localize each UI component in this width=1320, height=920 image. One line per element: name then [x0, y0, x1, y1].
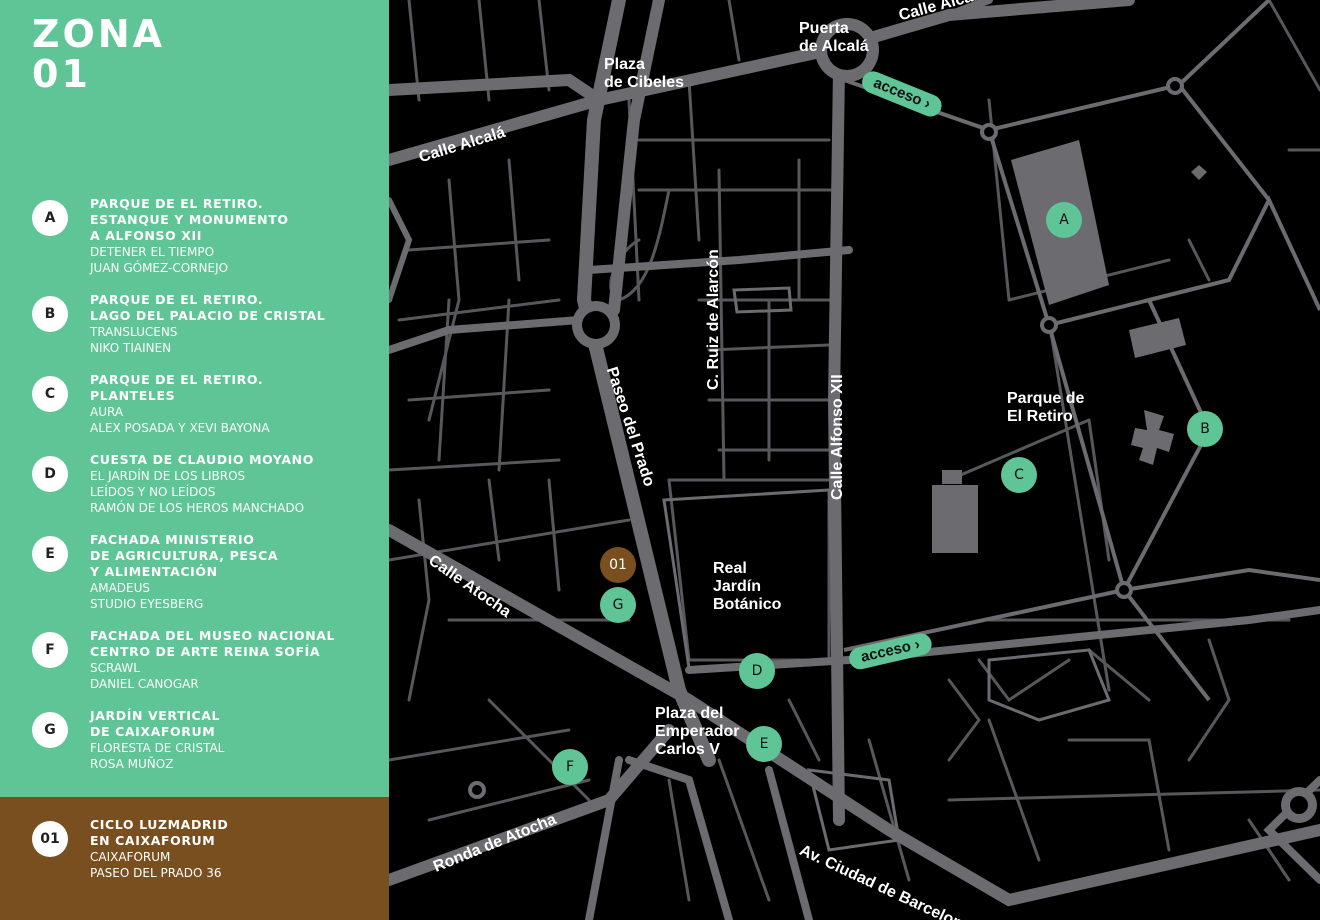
place-jardin-botanico: Real Jardín Botánico	[713, 560, 782, 613]
street-alfonso-xii: Calle Alfonso XII	[829, 374, 846, 500]
legend-panel: ZONA 01 A PARQUE DE EL RETIRO. ESTANQUE …	[0, 0, 389, 920]
legend-subtitle: PASEO DEL PRADO 36	[90, 866, 222, 880]
map-pin-g[interactable]: G	[600, 587, 636, 623]
legend-badge: A	[32, 200, 68, 236]
place-plaza-emperador: Plaza del Emperador Carlos V	[655, 705, 740, 758]
legend-subtitle: DANIEL CANOGAR	[90, 677, 199, 691]
legend-subtitle: ROSA MUÑOZ	[90, 757, 174, 771]
legend-subtitle: TRANSLUCENS	[90, 325, 178, 339]
map-pin-b[interactable]: B	[1187, 411, 1223, 447]
legend-badge: D	[32, 456, 68, 492]
legend-subtitle: AMADEUS	[90, 581, 150, 595]
legend-title: CUESTA DE CLAUDIO MOYANO	[90, 452, 314, 467]
legend-title: Y ALIMENTACIÓN	[90, 564, 218, 579]
legend-badge: B	[32, 296, 68, 332]
legend-title: FACHADA MINISTERIO	[90, 532, 255, 547]
legend-subtitle: SCRAWL	[90, 661, 140, 675]
legend-title: DE CAIXAFORUM	[90, 724, 216, 739]
legend-subtitle: JUAN GÓMEZ-CORNEJO	[90, 261, 229, 275]
zone-title-line1: ZONA	[32, 12, 166, 56]
legend-title: EN CAIXAFORUM	[90, 833, 216, 848]
map[interactable]: Puerta de Alcalá Plaza de Cibeles Parque d…	[389, 0, 1320, 920]
legend-title: PARQUE DE EL RETIRO.	[90, 292, 264, 307]
legend-title: DE AGRICULTURA, PESCA	[90, 548, 279, 563]
legend-subtitle: FLORESTA DE CRISTAL	[90, 741, 225, 755]
street-ruiz-alarcon: C. Ruiz de Alarcón	[705, 249, 722, 390]
legend-badge: F	[32, 632, 68, 668]
legend-title: ESTANQUE Y MONUMENTO	[90, 212, 289, 227]
minor-streets	[389, 0, 1320, 902]
legend-subtitle: CAIXAFORUM	[90, 850, 171, 864]
zone-title: ZONA 01	[32, 14, 165, 94]
legend-title: PARQUE DE EL RETIRO.	[90, 372, 264, 387]
legend-title: JARDÍN VERTICAL	[90, 708, 221, 723]
map-roads	[389, 0, 1320, 920]
legend-badge: 01	[32, 821, 68, 857]
legend-badge: C	[32, 376, 68, 412]
legend-badge: E	[32, 536, 68, 572]
legend-subtitle: AURA	[90, 405, 124, 419]
place-parque-retiro: Parque de El Retiro	[1007, 390, 1085, 425]
legend-subtitle: STUDIO EYESBERG	[90, 597, 204, 611]
map-pin-e[interactable]: E	[746, 726, 782, 762]
map-pin-d[interactable]: D	[739, 653, 775, 689]
legend-title: PARQUE DE EL RETIRO.	[90, 196, 264, 211]
legend-badge: G	[32, 712, 68, 748]
map-pin-01[interactable]: 01	[600, 547, 636, 583]
place-puerta-alcala: Puerta de Alcalá	[799, 20, 869, 55]
map-pin-f[interactable]: F	[552, 749, 588, 785]
legend-title: CICLO LUZMADRID	[90, 817, 229, 832]
zone-title-line2: 01	[32, 52, 91, 96]
map-pin-a[interactable]: A	[1046, 202, 1082, 238]
legend-subtitle: LEÍDOS Y NO LEÍDOS	[90, 485, 216, 499]
legend-subtitle: ALEX POSADA Y XEVI BAYONA	[90, 421, 270, 435]
legend-title: FACHADA DEL MUSEO NACIONAL	[90, 628, 336, 643]
legend-title: A ALFONSO XII	[90, 228, 203, 243]
legend-title: CENTRO DE ARTE REINA SOFÍA	[90, 644, 321, 659]
legend-title: LAGO DEL PALACIO DE CRISTAL	[90, 308, 326, 323]
legend-subtitle: NIKO TIAINEN	[90, 341, 172, 355]
place-plaza-cibeles: Plaza de Cibeles	[604, 56, 685, 91]
legend-subtitle: RAMÓN DE LOS HEROS MANCHADO	[90, 501, 305, 515]
chevron-right-icon: ›	[922, 94, 934, 113]
legend-subtitle: DETENER EL TIEMPO	[90, 245, 215, 259]
featured-section: 01 CICLO LUZMADRID EN CAIXAFORUM CAIXAFO…	[0, 797, 389, 920]
legend-title: PLANTELES	[90, 388, 176, 403]
chevron-right-icon: ›	[912, 635, 922, 654]
legend-subtitle: EL JARDÍN DE LOS LIBROS	[90, 469, 246, 483]
main-roads	[389, 0, 1320, 920]
map-pin-c[interactable]: C	[1001, 457, 1037, 493]
